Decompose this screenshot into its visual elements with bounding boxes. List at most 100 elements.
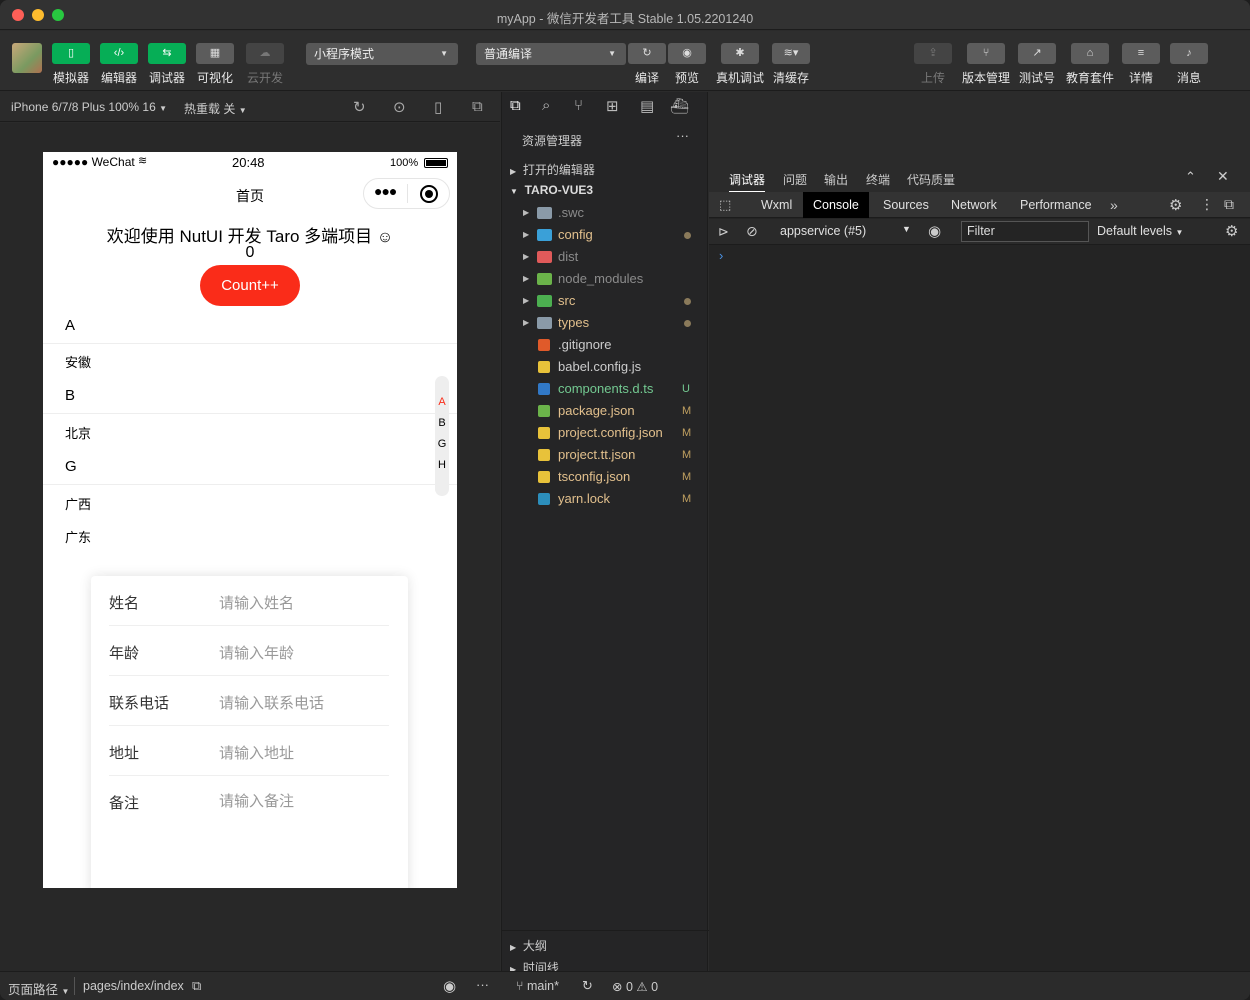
eye-icon[interactable]: ◉ xyxy=(443,977,456,995)
tab-performance[interactable]: Performance xyxy=(1010,192,1102,218)
tab-problems[interactable]: 问题 xyxy=(783,171,807,188)
filter-input[interactable]: Filter xyxy=(961,221,1089,242)
problems-count[interactable]: ⊗ 0 ⚠ 0 xyxy=(612,979,658,994)
index-letter-a[interactable]: A xyxy=(435,396,449,408)
tab-console[interactable]: Console xyxy=(803,192,869,218)
preview-button[interactable]: ◉ 预览 xyxy=(668,43,706,86)
close-icon[interactable]: ✕ xyxy=(1217,168,1229,185)
git-branch[interactable]: ⑂ main* xyxy=(516,979,559,993)
simulator-button[interactable]: ▯ 模拟器 xyxy=(52,43,90,86)
cloud-button[interactable]: ☁ 云开发 xyxy=(246,43,284,86)
dock-icon[interactable]: ⧉ xyxy=(1224,196,1234,213)
chevron-up-icon[interactable]: ⌃ xyxy=(1185,169,1196,185)
version-button[interactable]: ⑂ 版本管理 xyxy=(962,43,1010,86)
folder-icon xyxy=(537,273,552,285)
file-item[interactable]: yarn.lock M xyxy=(502,488,709,510)
more-icon[interactable]: ··· xyxy=(476,977,489,992)
clear-cache-button[interactable]: ≋▾ 清缓存 xyxy=(772,43,810,86)
file-item[interactable]: package.json M xyxy=(502,400,709,422)
more-icon[interactable]: ··· xyxy=(676,128,689,143)
debugger-button[interactable]: ⇆ 调试器 xyxy=(148,43,186,86)
tab-output[interactable]: 输出 xyxy=(824,171,848,188)
edu-button[interactable]: ⌂ 教育套件 xyxy=(1066,43,1114,86)
upload-icon: ⇪ xyxy=(914,43,952,64)
tab-terminal[interactable]: 终端 xyxy=(866,171,890,188)
compile-mode-select[interactable]: 普通编译 ▼ xyxy=(476,43,626,65)
index-letter-h[interactable]: H xyxy=(435,459,449,471)
list-item[interactable]: 广西 xyxy=(43,486,457,520)
remote-debug-button[interactable]: ✱ 真机调试 xyxy=(716,43,764,86)
folder-item[interactable]: ▶ config xyxy=(502,224,709,246)
sync-icon[interactable]: ↻ xyxy=(582,978,593,994)
close-miniapp-icon[interactable] xyxy=(420,185,438,203)
remark-input[interactable]: 请输入备注 xyxy=(219,790,294,811)
folder-item[interactable]: ▶ types xyxy=(502,312,709,334)
index-letter-g[interactable]: G xyxy=(435,438,449,450)
eye-icon[interactable]: ◉ xyxy=(928,222,941,240)
project-section[interactable]: ▼ TARO-VUE3 xyxy=(510,183,593,197)
levels-select[interactable]: Default levels ▼ xyxy=(1097,224,1183,238)
files-icon[interactable]: ⧉ xyxy=(510,97,521,114)
inspect-icon[interactable]: ⬚ xyxy=(719,197,731,213)
address-input[interactable]: 请输入地址 xyxy=(219,742,294,763)
visual-button[interactable]: ▦ 可视化 xyxy=(196,43,234,86)
tab-wxml[interactable]: Wxml xyxy=(751,192,802,218)
name-input[interactable]: 请输入姓名 xyxy=(219,592,294,613)
details-button[interactable]: ≡ 详情 xyxy=(1122,43,1160,86)
extensions-icon[interactable]: ⊞ xyxy=(606,97,619,115)
phone-input[interactable]: 请输入联系电话 xyxy=(219,692,324,713)
docker-icon[interactable]: ⛴ xyxy=(670,97,689,115)
upload-button[interactable]: ⇪ 上传 xyxy=(914,43,952,86)
index-letter-b[interactable]: B xyxy=(435,417,449,429)
rotate-icon[interactable]: ↻ xyxy=(353,98,366,116)
visual-label: 可视化 xyxy=(196,71,233,85)
mode-select[interactable]: 小程序模式 ▼ xyxy=(306,43,458,65)
file-item[interactable]: babel.config.js xyxy=(502,356,709,378)
hot-reload-toggle[interactable]: 热重载 关 ▼ xyxy=(184,100,247,117)
folder-item[interactable]: ▶ node_modules xyxy=(502,268,709,290)
sidebar-toggle-icon[interactable]: ⊳ xyxy=(718,224,729,240)
age-input[interactable]: 请输入年龄 xyxy=(219,642,294,663)
page-path-select[interactable]: 页面路径 ▼ xyxy=(8,979,69,998)
file-item[interactable]: project.tt.json M xyxy=(502,444,709,466)
gear-icon[interactable]: ⚙ xyxy=(1169,196,1182,214)
folder-item[interactable]: ▶ src xyxy=(502,290,709,312)
open-editors-section[interactable]: ▶ 打开的编辑器 xyxy=(510,161,595,178)
avatar[interactable] xyxy=(12,43,42,73)
gear-icon[interactable]: ⚙ xyxy=(1225,222,1238,240)
file-item[interactable]: project.config.json M xyxy=(502,422,709,444)
list-item[interactable]: 广东 xyxy=(43,520,457,554)
kebab-icon[interactable]: ⋮ xyxy=(1200,196,1214,213)
more-icon[interactable]: ●●● xyxy=(374,183,397,199)
clear-console-icon[interactable]: ⊘ xyxy=(746,223,758,240)
tab-network[interactable]: Network xyxy=(941,192,1007,218)
editor-button[interactable]: ‹/› 编辑器 xyxy=(100,43,138,86)
tab-sources[interactable]: Sources xyxy=(873,192,939,218)
tab-debugger[interactable]: 调试器 xyxy=(729,171,766,192)
list-item[interactable]: 安徽 xyxy=(43,345,457,381)
folder-item[interactable]: ▶ dist xyxy=(502,246,709,268)
messages-button[interactable]: ♪ 消息 xyxy=(1170,43,1208,86)
tab-code-quality[interactable]: 代码质量 xyxy=(907,171,955,188)
test-account-button[interactable]: ↗ 测试号 xyxy=(1018,43,1056,86)
device-select[interactable]: iPhone 6/7/8 Plus 100% 16 ▼ xyxy=(11,100,167,114)
file-icon xyxy=(538,427,550,439)
count-button[interactable]: Count++ xyxy=(200,265,300,306)
popout-icon[interactable]: ⧉ xyxy=(472,98,483,115)
git-icon[interactable]: ⑂ xyxy=(574,97,583,114)
file-item[interactable]: components.d.ts U xyxy=(502,378,709,400)
search-icon[interactable]: ⌕ xyxy=(542,97,550,114)
more-tabs-icon[interactable]: » xyxy=(1110,197,1118,213)
file-item[interactable]: tsconfig.json M xyxy=(502,466,709,488)
debug-icon[interactable]: ▤ xyxy=(640,97,654,115)
file-item[interactable]: .gitignore xyxy=(502,334,709,356)
copy-icon[interactable]: ⧉ xyxy=(192,978,201,994)
phone-icon[interactable]: ▯ xyxy=(434,98,442,116)
folder-item[interactable]: ▶ .swc xyxy=(502,202,709,224)
outline-section[interactable]: ▶ 大纲 xyxy=(510,937,547,954)
list-item[interactable]: 北京 xyxy=(43,415,457,452)
context-select[interactable]: appservice (#5) ▼ xyxy=(780,224,911,238)
compile-button[interactable]: ↻ 编译 xyxy=(628,43,666,86)
stop-icon[interactable]: ⊙ xyxy=(393,98,406,116)
console-prompt-icon[interactable]: › xyxy=(719,248,723,263)
